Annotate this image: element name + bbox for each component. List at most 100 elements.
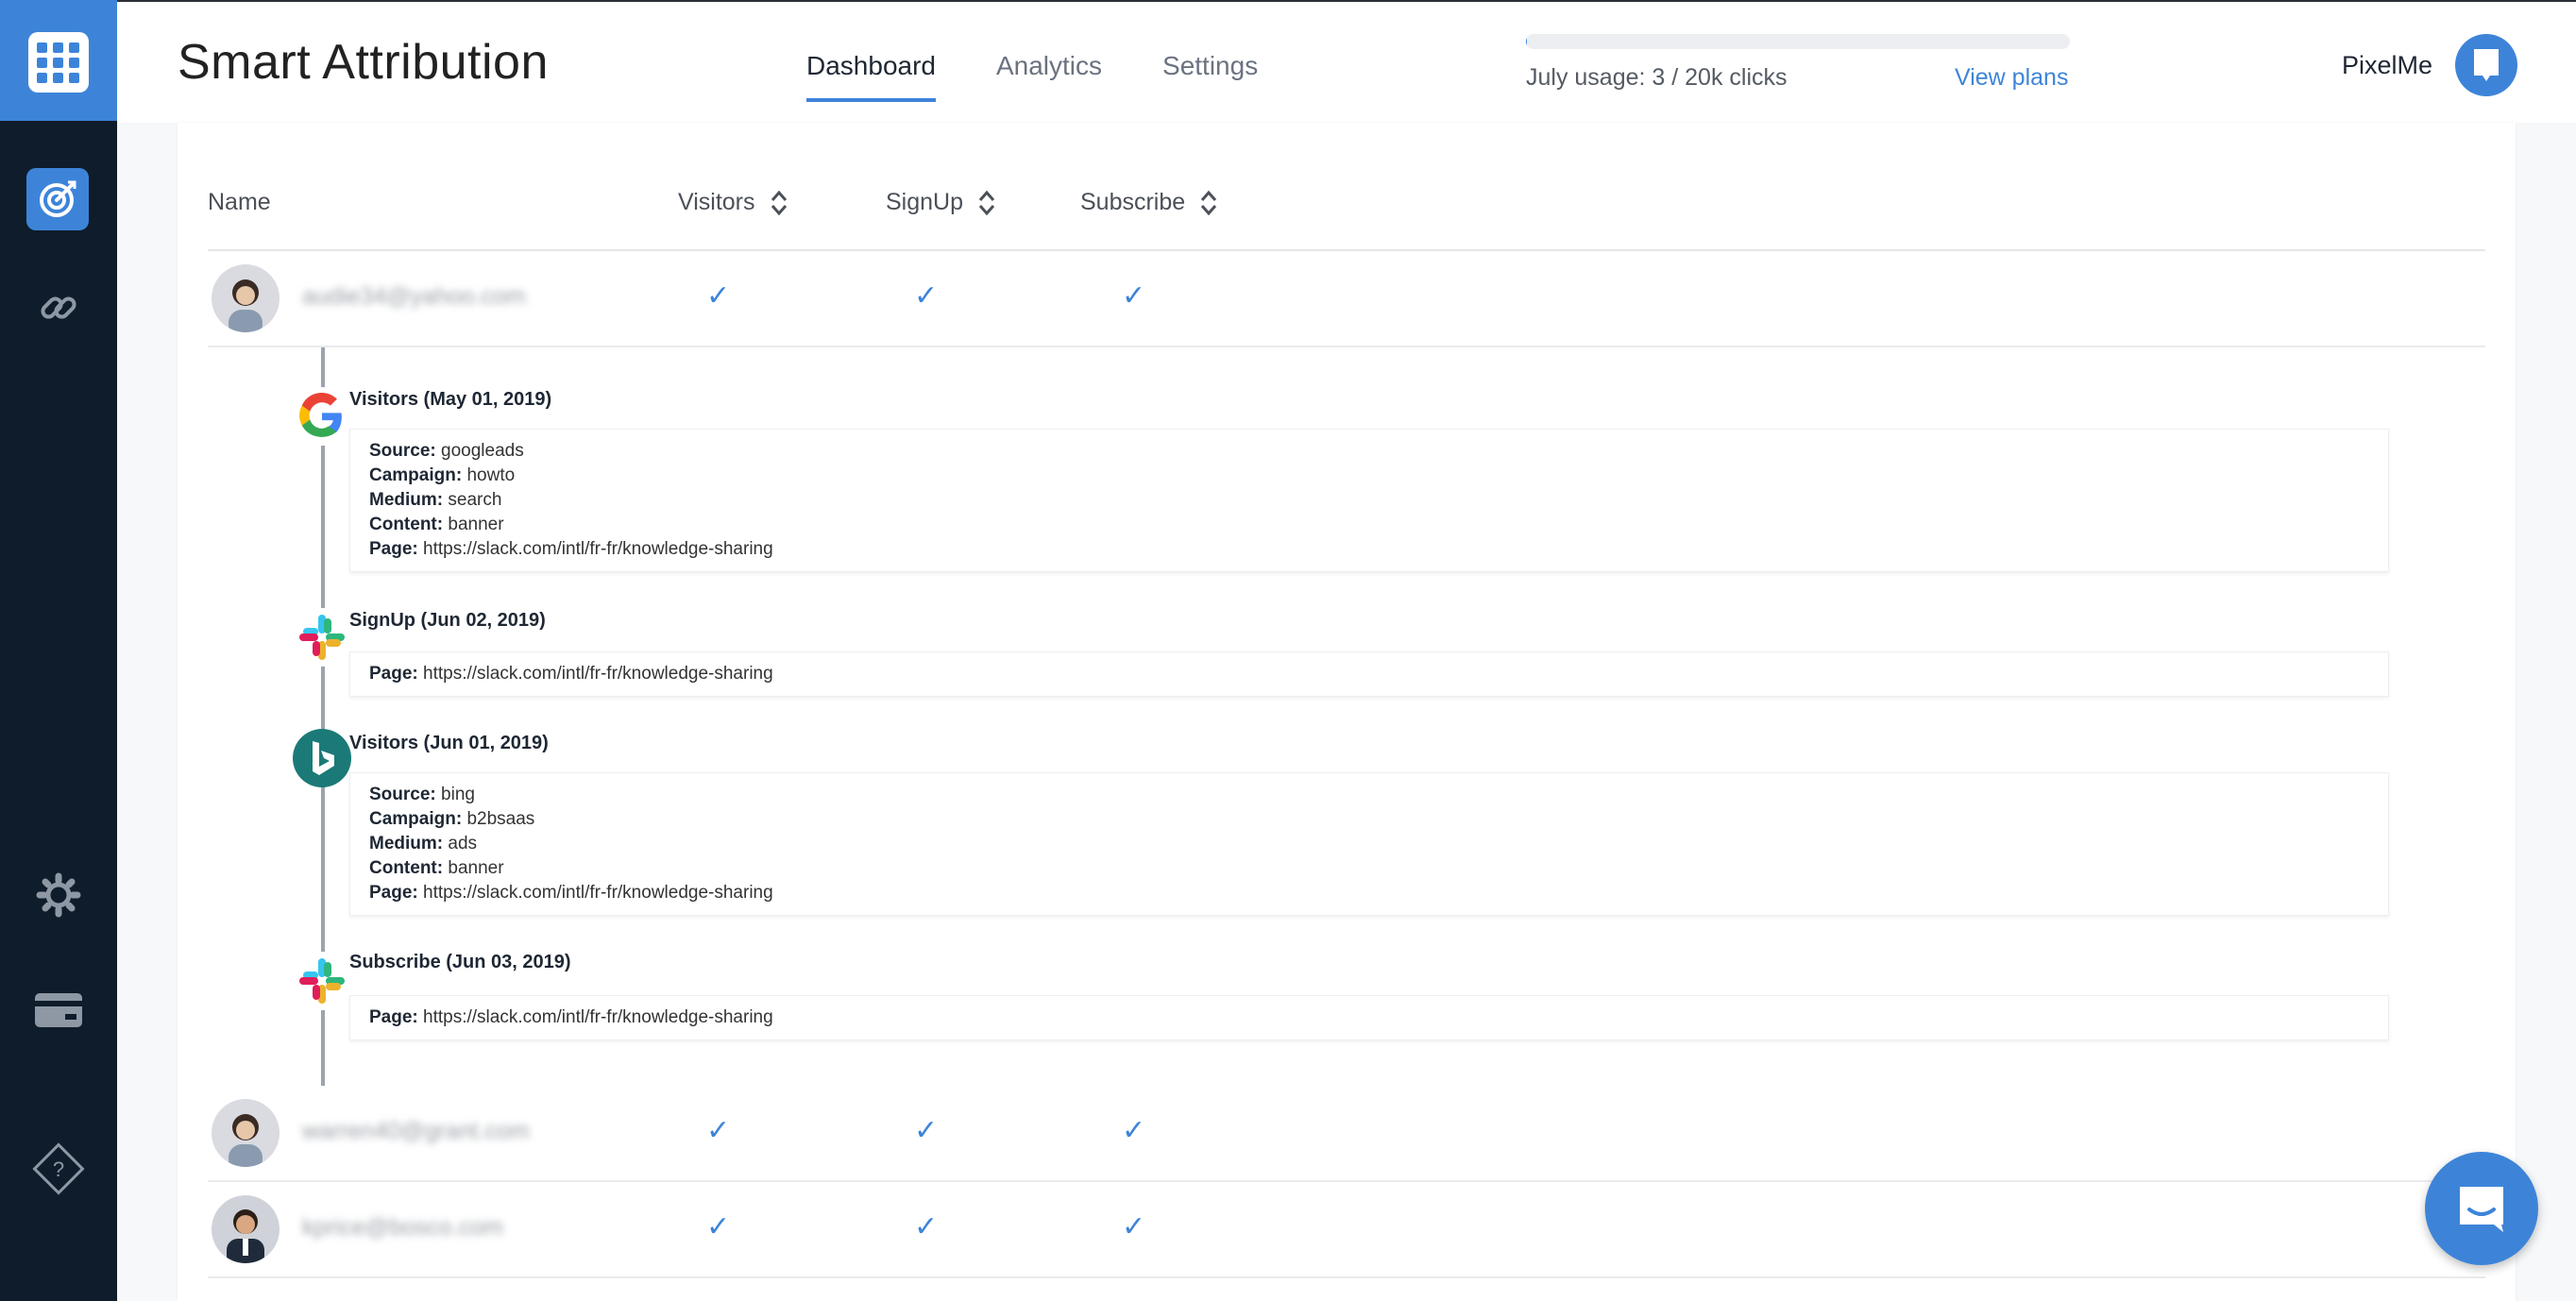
detail-key: Campaign: [369, 465, 463, 485]
usage-progress-bar [1526, 34, 2070, 49]
column-name: Name [208, 189, 271, 216]
slack-icon [293, 608, 351, 667]
detail-key: Medium: [369, 490, 444, 510]
detail-value: b2bsaas [466, 809, 535, 829]
row-email: kprice@bosco.com [302, 1214, 503, 1241]
detail-key: Page: [369, 883, 418, 903]
detail-line: Content: banner [369, 513, 2369, 537]
detail-key: Source: [369, 785, 436, 804]
top-header: Smart Attribution Dashboard Analytics Se… [117, 0, 2576, 123]
app-logo[interactable] [0, 0, 117, 121]
detail-line: Page: https://slack.com/intl/fr-fr/knowl… [369, 881, 2369, 905]
column-visitors-label: Visitors [678, 189, 755, 215]
table-row[interactable]: warren40@grant.com ✓ ✓ ✓ [208, 1086, 2485, 1182]
detail-value[interactable]: https://slack.com/intl/fr-fr/knowledge-s… [423, 539, 773, 559]
chat-launcher-button[interactable] [2425, 1152, 2538, 1265]
detail-value: ads [448, 834, 478, 853]
visitors-check: ✓ [706, 279, 731, 313]
detail-line: Content: banner [369, 856, 2369, 881]
avatar [212, 1099, 280, 1167]
detail-line: Medium: search [369, 488, 2369, 513]
event-details: Source: googleads Campaign: howto Medium… [349, 429, 2389, 572]
attribution-table: Name Visitors SignUp Subscribe audie34@y… [208, 123, 2485, 1278]
slack-icon [293, 952, 351, 1010]
table-header: Name Visitors SignUp Subscribe [208, 123, 2485, 251]
detail-line: Source: googleads [369, 439, 2369, 464]
row-email: audie34@yahoo.com [302, 283, 526, 310]
sidebar: ? [0, 0, 117, 1301]
sort-icon [771, 190, 787, 215]
avatar [212, 264, 280, 332]
tab-settings[interactable]: Settings [1162, 51, 1258, 102]
detail-key: Medium: [369, 834, 444, 853]
detail-value: search [448, 490, 502, 510]
event-details: Source: bing Campaign: b2bsaas Medium: a… [349, 772, 2389, 916]
event-details: Page: https://slack.com/intl/fr-fr/knowl… [349, 651, 2389, 697]
detail-key: Page: [369, 664, 418, 684]
svg-text:?: ? [53, 1157, 64, 1181]
detail-value: bing [441, 785, 475, 804]
detail-key: Page: [369, 1007, 418, 1027]
detail-value[interactable]: https://slack.com/intl/fr-fr/knowledge-s… [423, 883, 773, 903]
table-row[interactable]: audie34@yahoo.com ✓ ✓ ✓ [208, 251, 2485, 347]
help-icon[interactable]: ? [25, 1135, 93, 1203]
sort-icon [1201, 190, 1217, 215]
visitors-check: ✓ [706, 1114, 731, 1147]
column-subscribe-label: Subscribe [1080, 189, 1186, 215]
attribution-card: Name Visitors SignUp Subscribe audie34@y… [178, 123, 2516, 1301]
detail-value: googleads [441, 441, 524, 461]
detail-line: Page: https://slack.com/intl/fr-fr/knowl… [369, 1005, 2369, 1030]
signup-check: ✓ [914, 1114, 939, 1147]
subscribe-check: ✓ [1122, 1210, 1146, 1243]
row-email: warren40@grant.com [302, 1118, 530, 1144]
google-icon [293, 387, 351, 446]
table-row[interactable]: kprice@bosco.com ✓ ✓ ✓ [208, 1182, 2485, 1278]
event-details: Page: https://slack.com/intl/fr-fr/knowl… [349, 995, 2389, 1040]
detail-line: Source: bing [369, 783, 2369, 807]
credit-card-icon[interactable] [25, 976, 93, 1044]
attribution-timeline: Visitors (May 01, 2019) Source: googlead… [208, 347, 2485, 1086]
subscribe-check: ✓ [1122, 1114, 1146, 1147]
detail-line: Page: https://slack.com/intl/fr-fr/knowl… [369, 662, 2369, 686]
detail-line: Page: https://slack.com/intl/fr-fr/knowl… [369, 537, 2369, 562]
column-signup-label: SignUp [886, 189, 963, 215]
column-subscribe[interactable]: Subscribe [1080, 189, 1217, 216]
column-signup[interactable]: SignUp [886, 189, 995, 216]
avatar [212, 1195, 280, 1263]
account-avatar-icon[interactable] [2455, 34, 2517, 96]
detail-line: Campaign: howto [369, 464, 2369, 488]
grid-logo-icon [28, 32, 89, 93]
page-title: Smart Attribution [178, 35, 549, 90]
sort-icon [978, 190, 995, 215]
target-icon[interactable] [26, 168, 89, 230]
subscribe-check: ✓ [1122, 279, 1146, 313]
detail-line: Medium: ads [369, 832, 2369, 856]
detail-value: banner [448, 858, 504, 878]
link-icon[interactable] [25, 274, 93, 342]
chat-icon [2460, 1187, 2503, 1232]
view-plans-link[interactable]: View plans [1955, 64, 2068, 92]
signup-check: ✓ [914, 1210, 939, 1243]
event-title: Visitors (May 01, 2019) [349, 389, 552, 410]
tab-analytics[interactable]: Analytics [996, 51, 1102, 102]
detail-key: Source: [369, 441, 436, 461]
detail-value: howto [466, 465, 516, 485]
main-nav: Dashboard Analytics Settings [806, 51, 1258, 102]
detail-key: Content: [369, 515, 444, 534]
gear-icon[interactable] [25, 861, 93, 929]
detail-value: banner [448, 515, 504, 534]
detail-key: Campaign: [369, 809, 463, 829]
tab-dashboard[interactable]: Dashboard [806, 51, 936, 102]
detail-value[interactable]: https://slack.com/intl/fr-fr/knowledge-s… [423, 1007, 773, 1027]
usage-text: July usage: 3 / 20k clicks [1526, 64, 1788, 91]
column-visitors[interactable]: Visitors [678, 189, 788, 216]
bing-icon [293, 729, 351, 787]
event-title: Subscribe (Jun 03, 2019) [349, 952, 571, 972]
visitors-check: ✓ [706, 1210, 731, 1243]
detail-key: Content: [369, 858, 444, 878]
event-title: Visitors (Jun 01, 2019) [349, 733, 549, 753]
column-name-label: Name [208, 189, 271, 215]
detail-value[interactable]: https://slack.com/intl/fr-fr/knowledge-s… [423, 664, 773, 684]
account-name[interactable]: PixelMe [2342, 51, 2432, 80]
signup-check: ✓ [914, 279, 939, 313]
